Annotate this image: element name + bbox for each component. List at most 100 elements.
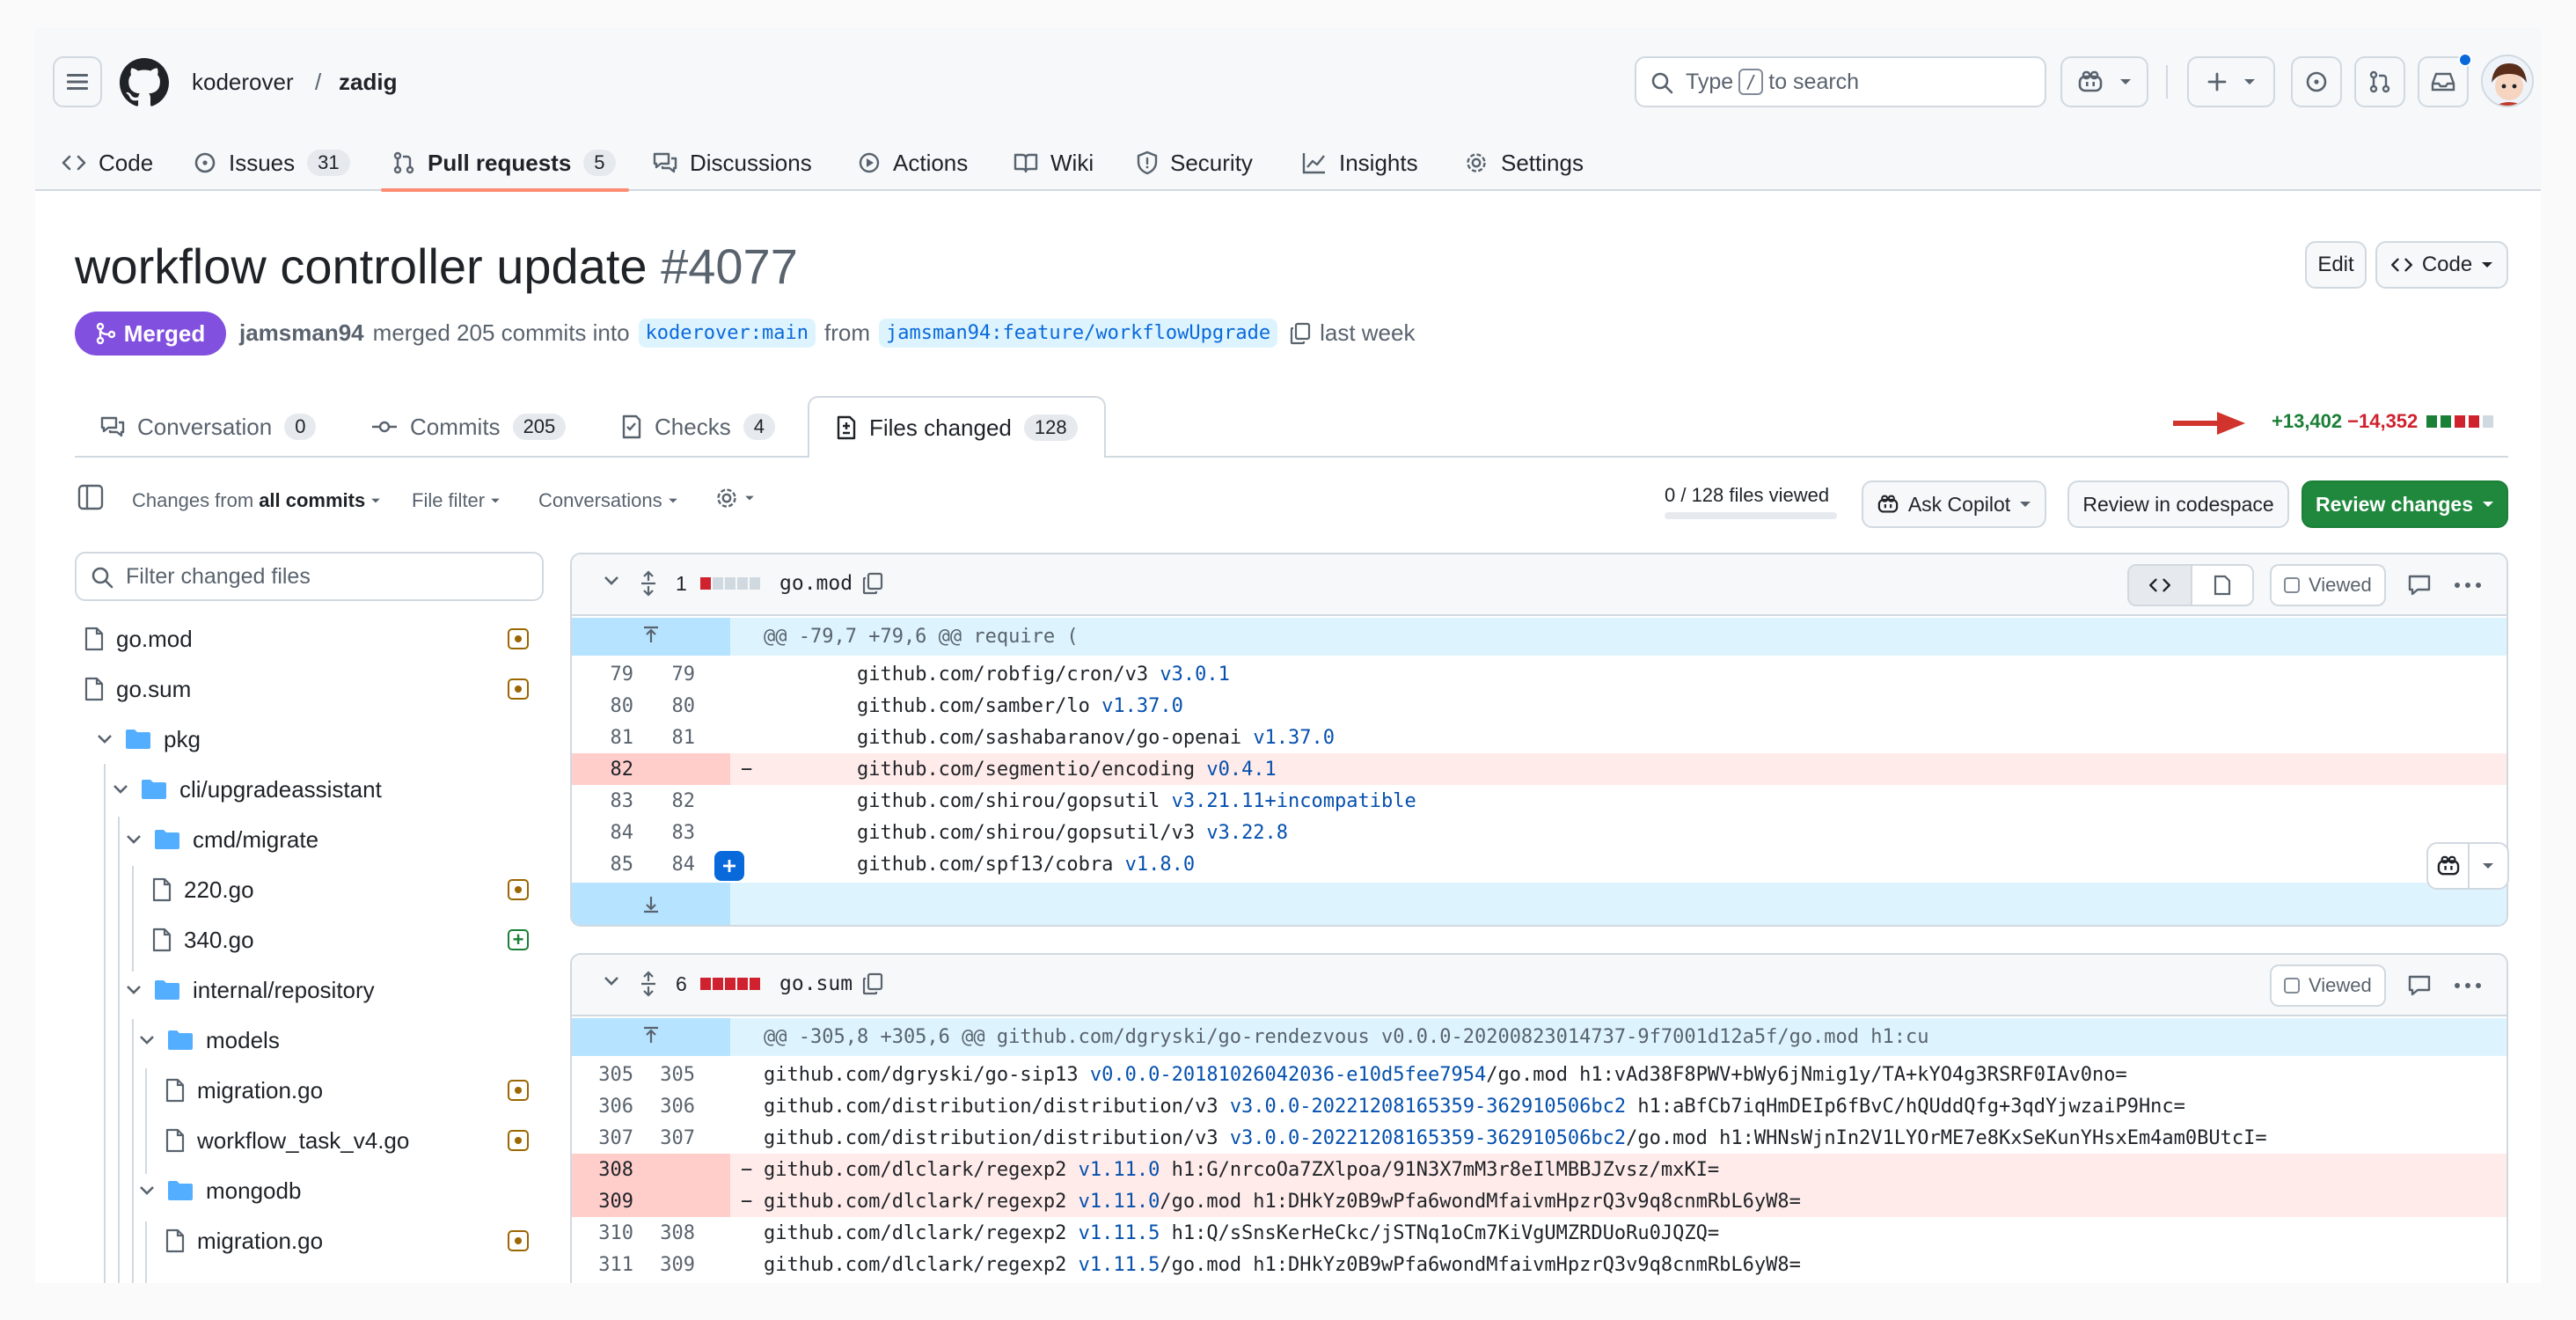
old-line-number[interactable]: 309 [572,1191,633,1213]
new-line-number[interactable]: 83 [633,822,696,844]
copy-icon[interactable] [862,972,883,995]
copy-icon[interactable] [1290,322,1311,345]
unfold-icon[interactable] [639,971,658,997]
review-in-codespace-button[interactable]: Review in codespace [2067,480,2289,528]
tree-folder[interactable]: models [139,1016,280,1065]
comment-icon[interactable] [2407,974,2432,997]
old-line-number[interactable]: 80 [572,695,634,717]
chevron-down-icon[interactable] [113,784,128,795]
avatar[interactable] [2481,55,2534,107]
old-line-number[interactable]: 81 [572,727,634,749]
tab-commits[interactable]: Commits 205 [371,396,567,458]
viewed-checkbox[interactable]: Viewed [2270,964,2386,1007]
review-changes-button[interactable]: Review changes [2302,480,2508,528]
new-line-number[interactable]: 309 [633,1254,695,1276]
repo-name-link[interactable]: zadig [339,69,397,96]
chevron-down-icon[interactable] [97,734,113,744]
repo-owner-link[interactable]: koderover [192,69,294,96]
old-line-number[interactable]: 311 [572,1254,633,1276]
file-filter-dropdown[interactable]: File filter [412,489,501,512]
tab-conversation[interactable]: Conversation 0 [100,396,317,458]
expand-up-icon[interactable] [640,1025,662,1046]
search-input[interactable]: Type / to search [1635,56,2046,107]
tab-actions[interactable]: Actions [858,141,968,185]
create-new-button[interactable] [2187,56,2275,107]
tree-file[interactable]: workflow_task_v4.go [165,1116,409,1165]
new-line-number[interactable]: 82 [633,790,696,812]
new-line-number[interactable]: 81 [633,727,696,749]
tree-file[interactable]: migration.go [165,1216,323,1265]
old-line-number[interactable]: 84 [572,822,634,844]
expand-down-icon[interactable] [640,893,662,914]
chevron-down-icon[interactable] [139,1185,155,1196]
changes-from-dropdown[interactable]: Changes from all commits [132,489,381,512]
old-line-number[interactable]: 79 [572,664,634,686]
menu-button[interactable] [53,56,102,107]
chevron-down-icon[interactable] [139,1035,155,1045]
tree-folder[interactable]: mongodb [139,1166,301,1215]
ask-copilot-button[interactable]: Ask Copilot [1862,480,2046,528]
tab-code[interactable]: Code [62,141,153,185]
old-line-number[interactable]: 307 [572,1127,633,1149]
filter-files-input[interactable]: Filter changed files [75,552,544,601]
tab-issues[interactable]: Issues 31 [194,141,350,185]
sidebar-toggle-icon[interactable] [77,484,104,515]
checkbox[interactable] [2284,978,2300,994]
expand-up-icon[interactable] [640,625,662,646]
chevron-down-icon[interactable] [126,985,142,995]
tab-pull-requests[interactable]: Pull requests 5 [392,141,616,185]
old-line-number[interactable]: 305 [572,1064,633,1086]
tree-file[interactable]: go.mod [84,614,193,664]
code-view-icon[interactable] [2129,566,2191,605]
tab-insights[interactable]: Insights [1302,141,1418,185]
copilot-menu-button[interactable] [2060,56,2148,107]
expand-up-gutter[interactable] [572,618,730,656]
issues-button[interactable] [2291,56,2342,107]
new-line-number[interactable]: 79 [633,664,696,686]
chevron-down-icon[interactable] [126,834,142,845]
tree-file[interactable]: 340.go [152,915,254,964]
new-line-number[interactable]: 307 [633,1127,695,1149]
expand-down-gutter[interactable] [572,883,730,925]
tab-settings[interactable]: Settings [1464,141,1584,185]
old-line-number[interactable]: 308 [572,1159,633,1181]
file-view-icon[interactable] [2190,566,2252,605]
tree-file[interactable]: 220.go [152,865,254,914]
copy-icon[interactable] [862,572,883,595]
conversations-dropdown[interactable]: Conversations [538,489,678,512]
file-name[interactable]: go.sum [779,972,853,995]
pull-requests-button[interactable] [2354,56,2405,107]
base-branch[interactable]: koderover:main [638,319,816,348]
tab-wiki[interactable]: Wiki [1014,141,1094,185]
tab-discussions[interactable]: Discussions [653,141,812,185]
kebab-horizontal-icon[interactable] [2455,583,2481,588]
tab-files-changed[interactable]: Files changed 128 [808,396,1106,458]
head-branch[interactable]: jamsman94:feature/workflowUpgrade [879,319,1278,348]
tab-security[interactable]: Security [1137,141,1253,185]
diff-settings-button[interactable] [714,486,755,510]
new-line-number[interactable]: 308 [633,1222,695,1244]
new-line-number[interactable]: 305 [633,1064,695,1086]
new-line-number[interactable]: 84 [633,854,696,876]
chevron-down-icon[interactable] [604,576,619,586]
old-line-number[interactable]: 306 [572,1096,633,1118]
add-comment-button[interactable] [714,851,744,881]
chevron-down-icon[interactable] [604,976,619,986]
old-line-number[interactable]: 82 [572,759,634,781]
old-line-number[interactable]: 83 [572,790,634,812]
tree-folder[interactable]: cli/upgradeassistant [113,765,382,814]
unfold-icon[interactable] [639,570,658,597]
new-line-number[interactable]: 80 [633,695,696,717]
tree-file[interactable]: go.sum [84,664,191,714]
new-line-number[interactable]: 306 [633,1096,695,1118]
tree-folder[interactable]: cmd/migrate [126,815,318,864]
code-dropdown-button[interactable]: Code [2375,241,2508,289]
file-name[interactable]: go.mod [779,572,853,595]
kebab-horizontal-icon[interactable] [2455,983,2481,988]
old-line-number[interactable]: 310 [572,1222,633,1244]
tree-folder[interactable]: internal/repository [126,965,375,1015]
old-line-number[interactable]: 85 [572,854,634,876]
github-logo-icon[interactable] [120,58,169,112]
tab-checks[interactable]: Checks 4 [621,396,775,458]
author-link[interactable]: jamsman94 [239,319,364,347]
